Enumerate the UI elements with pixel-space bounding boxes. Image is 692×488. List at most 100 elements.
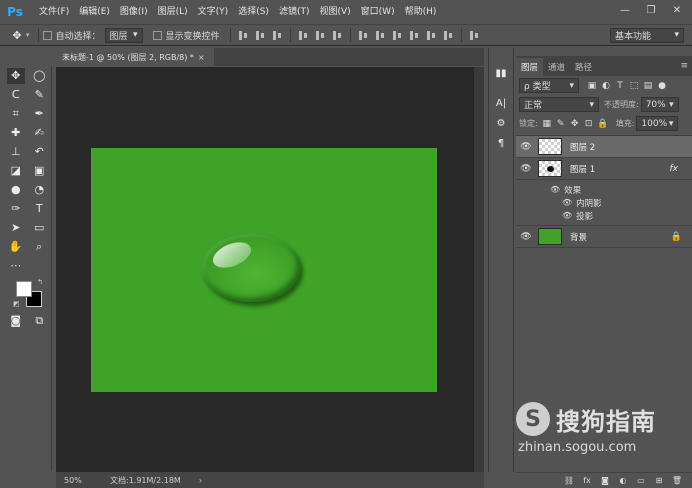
crop-tool-icon[interactable]: ⌗: [7, 106, 25, 122]
effect-eye-icon[interactable]: 👁: [562, 211, 572, 220]
menu-help[interactable]: 帮助(H): [400, 0, 442, 24]
gradient-tool-icon[interactable]: ▣: [30, 163, 48, 179]
filter-shape-icon[interactable]: ⬚: [629, 81, 639, 91]
menu-select[interactable]: 选择(S): [233, 0, 274, 24]
layer-row-background[interactable]: 👁 背景 🔒: [516, 226, 692, 248]
opacity-field[interactable]: 70% ▾: [640, 97, 679, 112]
more-tools-icon[interactable]: ⋯: [7, 258, 25, 274]
auto-select-dropdown[interactable]: 图层 ▾: [104, 27, 143, 43]
zoom-tool-icon[interactable]: ⌕: [30, 239, 48, 255]
blur-tool-icon[interactable]: ●: [7, 182, 25, 198]
align-right-icon[interactable]: [332, 30, 343, 41]
lock-position-icon[interactable]: ✥: [570, 119, 580, 129]
paragraph-panel-icon[interactable]: ¶: [490, 134, 512, 152]
align-left-icon[interactable]: [298, 30, 309, 41]
lock-transparent-icon[interactable]: ▦: [542, 119, 552, 129]
menu-type[interactable]: 文字(Y): [193, 0, 234, 24]
fx-icon[interactable]: fx: [670, 164, 679, 174]
tab-paths[interactable]: 路径: [570, 58, 597, 76]
menu-image[interactable]: 图像(I): [115, 0, 153, 24]
lock-all-icon[interactable]: 🔒: [597, 119, 608, 129]
marquee-tool-icon[interactable]: ◯: [30, 68, 48, 84]
effects-header[interactable]: 👁 效果: [516, 183, 692, 196]
filter-adjustment-icon[interactable]: ◐: [601, 81, 611, 91]
quick-mask-icon[interactable]: ◙: [7, 313, 25, 329]
align-top-icon[interactable]: [238, 30, 249, 41]
eraser-tool-icon[interactable]: ◪: [7, 163, 25, 179]
tab-channels[interactable]: 通道: [543, 58, 570, 76]
new-adjustment-icon[interactable]: ◐: [616, 475, 630, 487]
align-bottom-icon[interactable]: [272, 30, 283, 41]
filter-toggle-icon[interactable]: ●: [657, 81, 667, 91]
filter-kind-dropdown[interactable]: ρ 类型 ▾: [519, 78, 579, 93]
paragraph-styles-icon[interactable]: ⚙: [490, 114, 512, 132]
close-tab-icon[interactable]: ×: [198, 53, 205, 62]
layer-row-layer1[interactable]: 👁 图层 1 fx: [516, 158, 692, 180]
filter-pixel-icon[interactable]: ▣: [587, 81, 597, 91]
effect-inner-shadow[interactable]: 👁 内阴影: [516, 196, 692, 209]
move-tool-preset-icon[interactable]: ✥: [8, 27, 26, 43]
dodge-tool-icon[interactable]: ◔: [30, 182, 48, 198]
document-tab[interactable]: 未标题-1 @ 50% (图层 2, RGB/8) * ×: [56, 48, 214, 66]
history-panel-icon[interactable]: ▮▮: [490, 64, 512, 82]
tab-layers[interactable]: 图层: [516, 58, 544, 76]
character-panel-icon[interactable]: A|: [490, 94, 512, 112]
distribute-left-icon[interactable]: [409, 30, 420, 41]
distribute-right-icon[interactable]: [443, 30, 454, 41]
type-tool-icon[interactable]: T: [30, 201, 48, 217]
link-layers-icon[interactable]: ⛓: [562, 475, 576, 487]
menu-filter[interactable]: 滤镜(T): [274, 0, 315, 24]
fill-field[interactable]: 100% ▾: [636, 116, 679, 131]
layer-row-layer2[interactable]: 👁 图层 2: [516, 136, 692, 158]
eyedropper-tool-icon[interactable]: ✒: [30, 106, 48, 122]
zoom-level[interactable]: 50%: [56, 476, 96, 485]
restore-button[interactable]: ❐: [638, 0, 664, 20]
add-style-icon[interactable]: fx: [580, 475, 594, 487]
lasso-tool-icon[interactable]: ᑕ: [7, 87, 25, 103]
chevron-down-icon[interactable]: ▾: [26, 31, 30, 39]
minimize-button[interactable]: —: [612, 0, 638, 20]
history-brush-icon[interactable]: ↶: [30, 144, 48, 160]
visibility-eye-icon[interactable]: 👁: [516, 142, 536, 152]
distribute-vcenter-icon[interactable]: [375, 30, 386, 41]
add-mask-icon[interactable]: ◙: [598, 475, 612, 487]
align-hcenter-icon[interactable]: [315, 30, 326, 41]
blend-mode-dropdown[interactable]: 正常 ▾: [519, 97, 599, 112]
menu-layer[interactable]: 图层(L): [153, 0, 193, 24]
move-tool-icon[interactable]: ✥: [6, 67, 25, 84]
effect-drop-shadow[interactable]: 👁 投影: [516, 209, 692, 222]
delete-layer-icon[interactable]: 🗑: [670, 475, 684, 487]
menu-edit[interactable]: 编辑(E): [74, 0, 115, 24]
screen-mode-icon[interactable]: ⧉: [30, 313, 48, 329]
filter-smart-icon[interactable]: ▤: [643, 81, 653, 91]
effect-eye-icon[interactable]: 👁: [562, 198, 572, 207]
default-colors-icon[interactable]: ◩: [13, 300, 20, 308]
auto-select-checkbox[interactable]: [42, 30, 52, 40]
document-canvas[interactable]: [91, 148, 437, 392]
menu-file[interactable]: 文件(F): [34, 0, 74, 24]
path-select-tool-icon[interactable]: ➤: [7, 220, 25, 236]
foreground-color-swatch[interactable]: [16, 281, 32, 297]
distribute-bottom-icon[interactable]: [392, 30, 403, 41]
new-layer-icon[interactable]: ⊞: [652, 475, 666, 487]
filter-type-icon[interactable]: T: [615, 81, 625, 91]
stamp-tool-icon[interactable]: ⊥: [7, 144, 25, 160]
brush-tool-icon[interactable]: ✍: [30, 125, 48, 141]
distribute-top-icon[interactable]: [358, 30, 369, 41]
show-transform-checkbox[interactable]: [152, 30, 162, 40]
shape-tool-icon[interactable]: ▭: [30, 220, 48, 236]
swap-colors-icon[interactable]: ↰: [37, 278, 43, 286]
healing-tool-icon[interactable]: ✚: [7, 125, 25, 141]
quick-select-tool-icon[interactable]: ✎: [30, 87, 48, 103]
lock-artboard-icon[interactable]: ⊡: [584, 119, 594, 129]
workspace-dropdown[interactable]: 基本功能 ▾: [610, 27, 684, 43]
close-button[interactable]: ✕: [664, 0, 690, 20]
hand-tool-icon[interactable]: ✋: [7, 239, 25, 255]
visibility-eye-icon[interactable]: 👁: [516, 164, 536, 174]
panel-menu-icon[interactable]: ≡: [680, 61, 688, 71]
distribute-hcenter-icon[interactable]: [426, 30, 437, 41]
pen-tool-icon[interactable]: ✑: [7, 201, 25, 217]
vertical-scrollbar[interactable]: [474, 67, 484, 472]
water-droplet[interactable]: [202, 234, 300, 302]
menu-window[interactable]: 窗口(W): [356, 0, 400, 24]
